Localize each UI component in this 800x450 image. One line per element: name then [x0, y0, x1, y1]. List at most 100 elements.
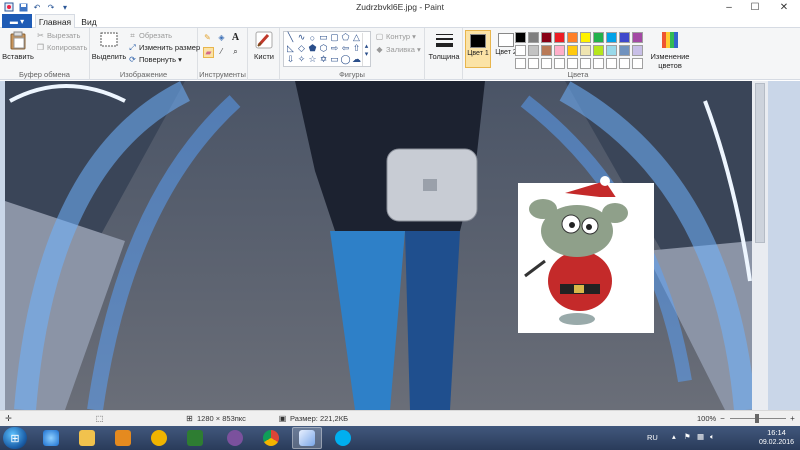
start-button[interactable]: ⊞ — [3, 427, 27, 449]
triangle-shape-icon[interactable]: △ — [351, 32, 362, 42]
right-arrow-shape-icon[interactable]: ⇨ — [329, 43, 340, 53]
palette-color-swatch[interactable] — [593, 45, 604, 56]
tab-home[interactable]: Главная — [35, 14, 75, 29]
polygon-shape-icon[interactable]: ⬠ — [340, 32, 351, 42]
close-button[interactable]: ✕ — [768, 0, 800, 14]
rectangle-shape-icon[interactable]: ▭ — [318, 32, 329, 42]
palette-color-swatch[interactable] — [541, 58, 552, 69]
down-arrow-shape-icon[interactable]: ⇩ — [285, 54, 296, 64]
select-button[interactable]: Выделить — [92, 30, 126, 61]
hexagon-shape-icon[interactable]: ⬡ — [318, 43, 329, 53]
brushes-button[interactable]: Кисти — [251, 30, 277, 61]
maximize-button[interactable]: ☐ — [742, 0, 768, 14]
palette-color-swatch[interactable] — [567, 45, 578, 56]
palette-color-swatch[interactable] — [541, 32, 552, 43]
language-indicator[interactable]: RU — [647, 433, 658, 442]
curve-shape-icon[interactable]: ∿ — [296, 32, 307, 42]
six-point-star-shape-icon[interactable]: ✡ — [318, 54, 329, 64]
taskbar-terminal[interactable] — [180, 427, 210, 449]
palette-color-swatch[interactable] — [554, 32, 565, 43]
vertical-scrollbar[interactable] — [752, 81, 768, 410]
fill-tool[interactable]: ◈ — [217, 33, 226, 42]
palette-color-swatch[interactable] — [528, 32, 539, 43]
callout-rect-shape-icon[interactable]: ▭ — [329, 54, 340, 64]
palette-color-swatch[interactable] — [515, 45, 526, 56]
zoom-slider-thumb[interactable] — [755, 414, 759, 423]
text-tool[interactable]: A — [231, 32, 240, 43]
fill-button[interactable]: ◆ Заливка ▾ — [375, 45, 420, 54]
palette-color-swatch[interactable] — [554, 58, 565, 69]
palette-color-swatch[interactable] — [515, 32, 526, 43]
palette-color-swatch[interactable] — [606, 45, 617, 56]
taskbar-explorer[interactable] — [72, 427, 102, 449]
palette-color-swatch[interactable] — [515, 58, 526, 69]
cut-button[interactable]: ✂ Вырезать — [36, 31, 80, 40]
zoom-in-button[interactable]: + — [788, 414, 797, 423]
cloud-shape-icon[interactable]: ☁ — [351, 54, 362, 64]
oval-shape-icon[interactable]: ○ — [307, 33, 318, 43]
five-point-star-shape-icon[interactable]: ☆ — [307, 54, 318, 64]
taskbar-viber[interactable] — [220, 427, 250, 449]
redo-icon[interactable]: ↷ — [45, 2, 57, 13]
qat-dropdown-icon[interactable]: ▾ — [59, 2, 71, 13]
palette-color-swatch[interactable] — [567, 58, 578, 69]
palette-color-swatch[interactable] — [528, 45, 539, 56]
callout-oval-shape-icon[interactable]: ◯ — [340, 54, 351, 64]
network-icon[interactable]: ▦ — [697, 432, 704, 441]
edit-colors-button[interactable]: Изменение цветов — [649, 30, 691, 70]
color1-button[interactable]: Цвет 1 — [465, 30, 491, 68]
paste-button[interactable]: Вставить — [2, 30, 34, 61]
minimize-button[interactable]: – — [716, 0, 742, 14]
pentagon-shape-icon[interactable]: ⬟ — [307, 43, 318, 53]
palette-color-swatch[interactable] — [632, 32, 643, 43]
undo-icon[interactable]: ↶ — [31, 2, 43, 13]
taskbar-chrome[interactable] — [256, 427, 286, 449]
palette-color-swatch[interactable] — [567, 32, 578, 43]
palette-color-swatch[interactable] — [528, 58, 539, 69]
tab-view[interactable]: Вид — [76, 14, 102, 29]
palette-color-swatch[interactable] — [593, 32, 604, 43]
palette-color-swatch[interactable] — [580, 45, 591, 56]
shapes-scroll-icon[interactable]: ▴ ▾ — [362, 33, 370, 66]
tray-expand-icon[interactable]: ▴ — [672, 432, 676, 441]
palette-color-swatch[interactable] — [632, 58, 643, 69]
palette-color-swatch[interactable] — [593, 58, 604, 69]
flag-icon[interactable]: ⚑ — [684, 432, 691, 441]
color-picker-tool[interactable]: ⁄ — [217, 47, 226, 56]
palette-color-swatch[interactable] — [632, 45, 643, 56]
palette-color-swatch[interactable] — [580, 32, 591, 43]
left-arrow-shape-icon[interactable]: ⇦ — [340, 43, 351, 53]
palette-color-swatch[interactable] — [619, 58, 630, 69]
magnifier-tool[interactable]: ⌕ — [231, 47, 240, 56]
palette-color-swatch[interactable] — [606, 32, 617, 43]
palette-color-swatch[interactable] — [619, 32, 630, 43]
diamond-shape-icon[interactable]: ◇ — [296, 43, 307, 53]
volume-icon[interactable]: 🔈︎ — [710, 432, 715, 442]
palette-color-swatch[interactable] — [554, 45, 565, 56]
palette-color-swatch[interactable] — [619, 45, 630, 56]
file-menu-button[interactable]: ▬ ▾ — [2, 14, 32, 28]
save-icon[interactable] — [17, 2, 29, 13]
palette-color-swatch[interactable] — [606, 58, 617, 69]
right-triangle-shape-icon[interactable]: ◺ — [285, 43, 296, 53]
pencil-tool[interactable]: ✎ — [203, 33, 212, 42]
taskbar-ie[interactable] — [36, 427, 66, 449]
scrollbar-thumb[interactable] — [755, 83, 765, 243]
rotate-button[interactable]: ⟳ Повернуть ▾ — [128, 55, 182, 64]
up-arrow-shape-icon[interactable]: ⇧ — [351, 43, 362, 53]
crop-button[interactable]: ⌗ Обрезать — [128, 31, 172, 41]
zoom-out-button[interactable]: − — [718, 414, 727, 423]
taskbar-paint[interactable] — [292, 427, 322, 449]
outline-button[interactable]: ▢ Контур ▾ — [375, 32, 416, 41]
thickness-button[interactable]: Толщина — [428, 30, 460, 61]
photo-canvas[interactable] — [5, 81, 752, 410]
resize-button[interactable]: ⤢ Изменить размер — [128, 43, 200, 53]
eraser-tool[interactable]: ▰ — [203, 47, 214, 58]
palette-color-swatch[interactable] — [541, 45, 552, 56]
rounded-rect-shape-icon[interactable]: ▢ — [329, 32, 340, 42]
clock[interactable]: 16:14 09.02.2016 — [759, 428, 794, 448]
taskbar-skype[interactable] — [328, 427, 358, 449]
four-point-star-shape-icon[interactable]: ✧ — [296, 54, 307, 64]
palette-color-swatch[interactable] — [580, 58, 591, 69]
taskbar-media-player[interactable] — [108, 427, 138, 449]
